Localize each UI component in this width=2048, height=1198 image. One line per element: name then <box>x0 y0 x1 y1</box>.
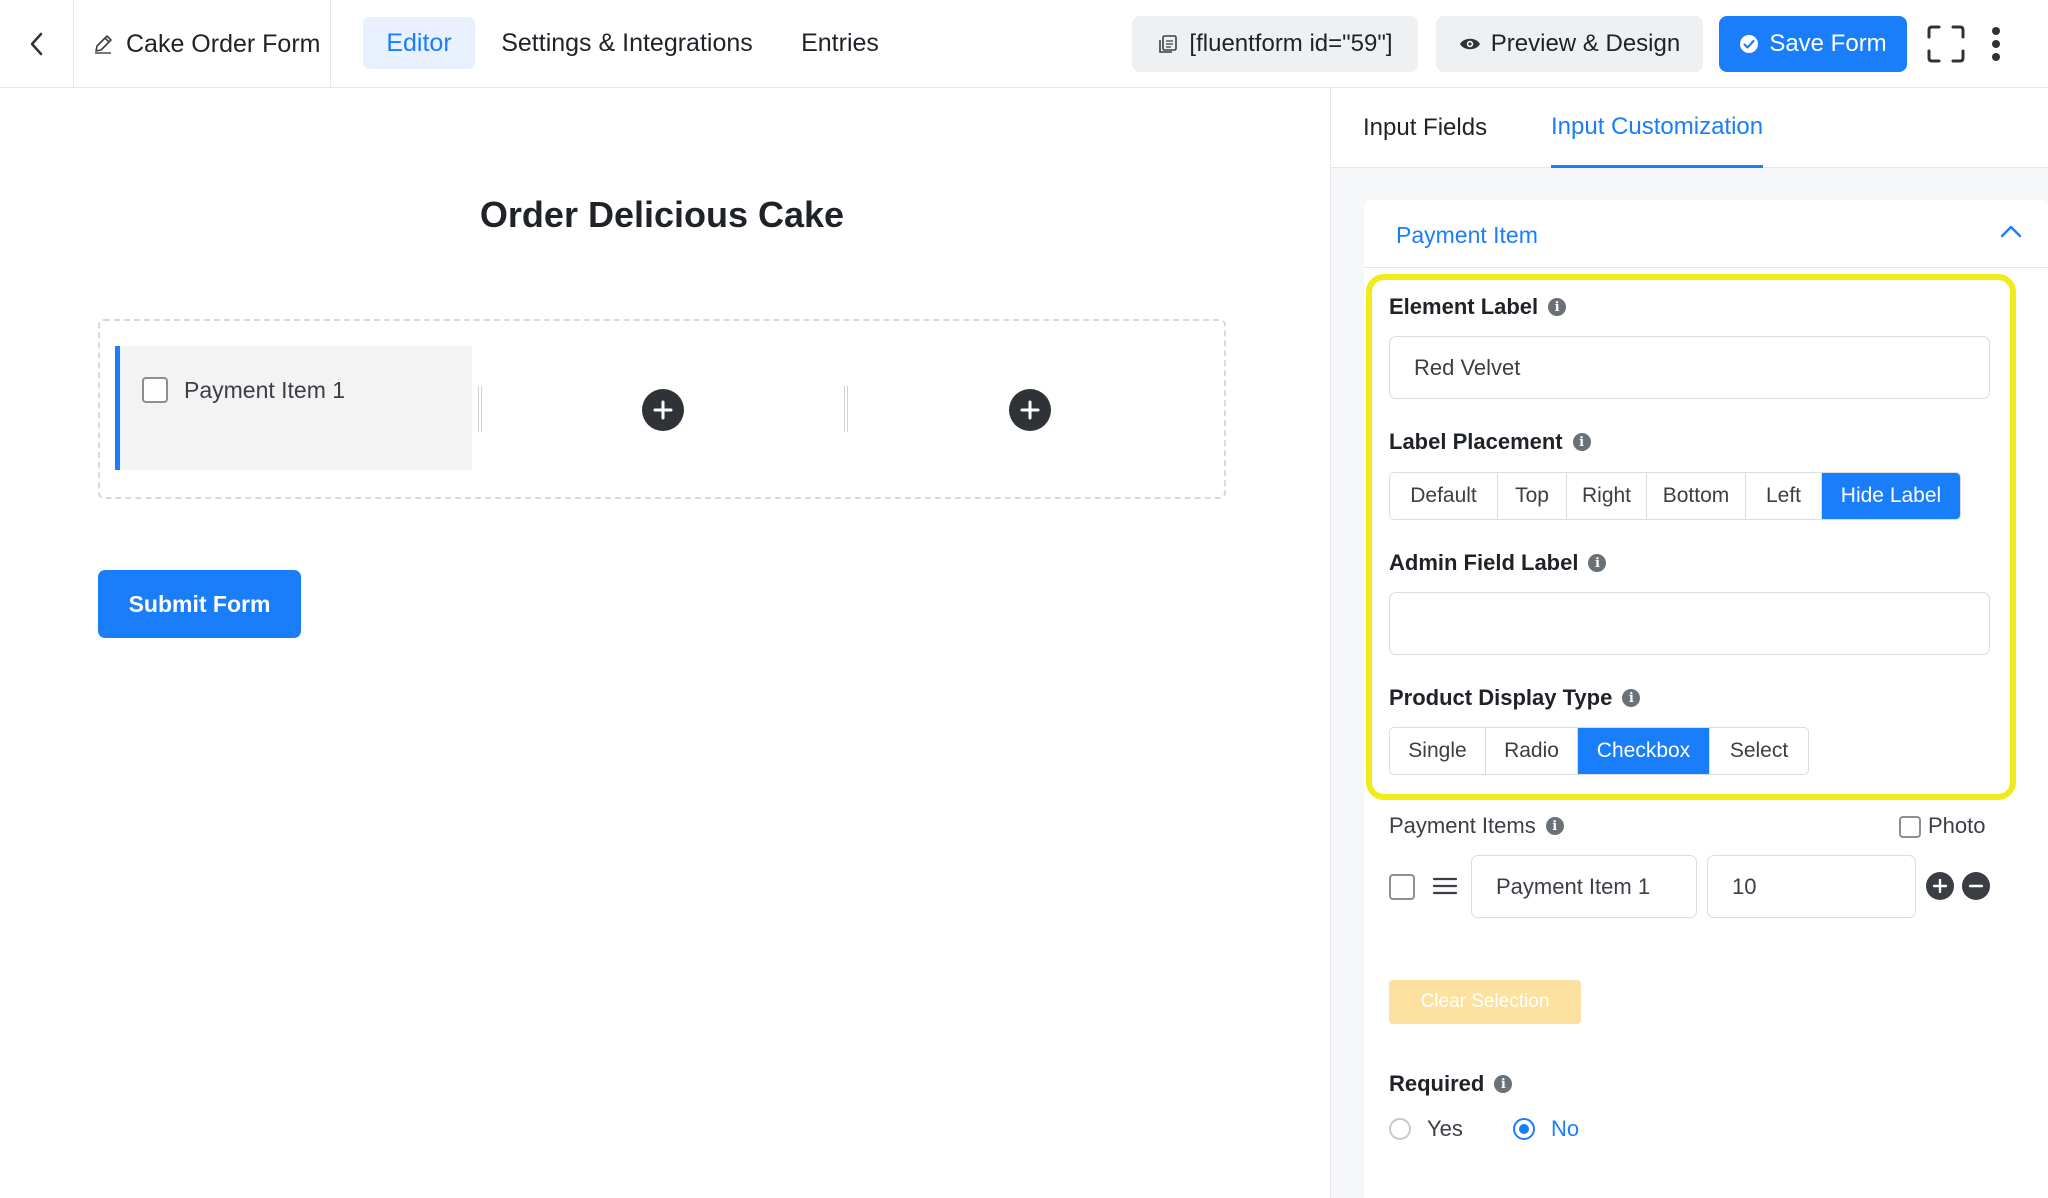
placement-option-hide-label[interactable]: Hide Label <box>1822 473 1960 519</box>
info-icon: i <box>1572 433 1591 451</box>
element-label-text: Element Label <box>1389 294 1539 319</box>
tab-editor[interactable]: Editor <box>363 17 475 69</box>
photo-label: Photo <box>1928 813 1986 838</box>
add-item-button[interactable] <box>1926 872 1954 900</box>
submit-form-button[interactable]: Submit Form <box>98 570 301 638</box>
remove-item-button[interactable] <box>1962 872 1990 900</box>
section-header[interactable]: Payment Item <box>1364 200 2048 268</box>
info-icon: i <box>1622 689 1641 707</box>
payment-item-label-input[interactable]: Payment Item 1 <box>1471 855 1697 918</box>
label-placement-heading: Label Placement i <box>1389 429 1591 455</box>
tab-entries[interactable]: Entries <box>785 17 895 69</box>
column-resize-handle[interactable] <box>844 386 848 432</box>
label-placement-text: Label Placement <box>1389 429 1563 454</box>
clear-selection-button[interactable]: Clear Selection <box>1389 980 1581 1024</box>
form-title: Cake Order Form <box>74 0 331 88</box>
element-label-input[interactable]: Red Velvet <box>1389 336 1990 399</box>
form-title-text: Cake Order Form <box>126 29 321 58</box>
placement-option-left[interactable]: Left <box>1746 473 1822 519</box>
payment-item-row-checkbox[interactable] <box>1389 874 1415 900</box>
column-resize-handle[interactable] <box>478 386 482 432</box>
info-icon: i <box>1588 554 1607 572</box>
required-no-radio[interactable] <box>1513 1118 1535 1140</box>
save-form-label: Save Form <box>1769 30 1887 57</box>
photo-checkbox[interactable] <box>1899 816 1921 838</box>
plus-icon <box>1020 400 1040 420</box>
back-button[interactable] <box>0 0 74 88</box>
admin-field-label-input[interactable] <box>1389 592 1990 655</box>
placement-option-default[interactable]: Default <box>1390 473 1498 519</box>
payment-item-price-input[interactable]: 10 <box>1707 855 1916 918</box>
drag-handle-icon[interactable] <box>1432 876 1458 896</box>
save-form-button[interactable]: Save Form <box>1719 16 1907 72</box>
product-display-type-heading: Product Display Type i <box>1389 685 1641 711</box>
required-yes-label: Yes <box>1427 1116 1463 1141</box>
info-icon: i <box>1548 298 1567 316</box>
preview-design-button[interactable]: Preview & Design <box>1436 16 1703 72</box>
more-options-button[interactable] <box>1982 22 2010 66</box>
fullscreen-icon <box>1927 25 1965 63</box>
required-yes-radio[interactable] <box>1389 1118 1411 1140</box>
product-display-type-text: Product Display Type <box>1389 685 1613 710</box>
required-text: Required <box>1389 1071 1485 1096</box>
placement-option-bottom[interactable]: Bottom <box>1647 473 1746 519</box>
section-title: Payment Item <box>1396 222 1538 248</box>
info-icon: i <box>1494 1075 1513 1093</box>
panel-tabs: Input Fields Input Customization <box>1331 88 2048 168</box>
payment-items-heading: Payment Items i <box>1389 813 1564 839</box>
required-heading: Required i <box>1389 1071 1513 1097</box>
required-no-label: No <box>1551 1116 1580 1141</box>
display-option-select[interactable]: Select <box>1710 728 1808 774</box>
info-icon: i <box>1545 817 1564 835</box>
display-option-checkbox[interactable]: Checkbox <box>1578 728 1710 774</box>
tab-input-fields[interactable]: Input Fields <box>1363 88 1487 168</box>
payment-item-field[interactable]: Payment Item 1 <box>115 346 472 470</box>
plus-icon <box>653 400 673 420</box>
column-container[interactable]: Payment Item 1 <box>98 319 1226 499</box>
label-placement-segmented: Default Top Right Bottom Left Hide Label <box>1389 472 1961 520</box>
pencil-icon <box>95 35 112 54</box>
plus-icon <box>1933 879 1947 893</box>
tab-settings-integrations[interactable]: Settings & Integrations <box>485 17 769 69</box>
minus-icon <box>1969 884 1983 888</box>
copy-icon <box>1159 35 1178 53</box>
payment-item-checkbox[interactable] <box>142 377 168 403</box>
top-bar: Cake Order Form Editor Settings & Integr… <box>0 0 2048 88</box>
display-option-single[interactable]: Single <box>1390 728 1486 774</box>
element-label-heading: Element Label i <box>1389 294 1567 320</box>
chevron-up-icon[interactable] <box>2000 224 2022 238</box>
chevron-left-icon <box>30 32 42 56</box>
form-heading: Order Delicious Cake <box>479 194 845 235</box>
check-circle-icon <box>1740 35 1759 53</box>
shortcode-copy-button[interactable]: [fluentform id="59"] <box>1132 16 1418 72</box>
display-option-radio[interactable]: Radio <box>1486 728 1578 774</box>
payment-item-label: Payment Item 1 <box>184 377 346 403</box>
kebab-menu-icon <box>1992 27 2000 61</box>
preview-design-label: Preview & Design <box>1490 30 1681 57</box>
placement-option-right[interactable]: Right <box>1567 473 1647 519</box>
eye-icon <box>1459 38 1480 50</box>
form-canvas: Order Delicious Cake Payment Item 1 Subm… <box>0 88 1330 1198</box>
product-display-type-segmented: Single Radio Checkbox Select <box>1389 727 1809 775</box>
add-field-button[interactable] <box>642 389 684 431</box>
fullscreen-button[interactable] <box>1924 22 1968 66</box>
shortcode-text: [fluentform id="59"] <box>1189 30 1393 57</box>
payment-items-text: Payment Items <box>1389 813 1536 838</box>
admin-field-label-text: Admin Field Label <box>1389 550 1579 575</box>
admin-field-label-heading: Admin Field Label i <box>1389 550 1607 576</box>
placement-option-top[interactable]: Top <box>1498 473 1567 519</box>
add-field-button[interactable] <box>1009 389 1051 431</box>
tab-input-customization[interactable]: Input Customization <box>1551 88 1764 168</box>
